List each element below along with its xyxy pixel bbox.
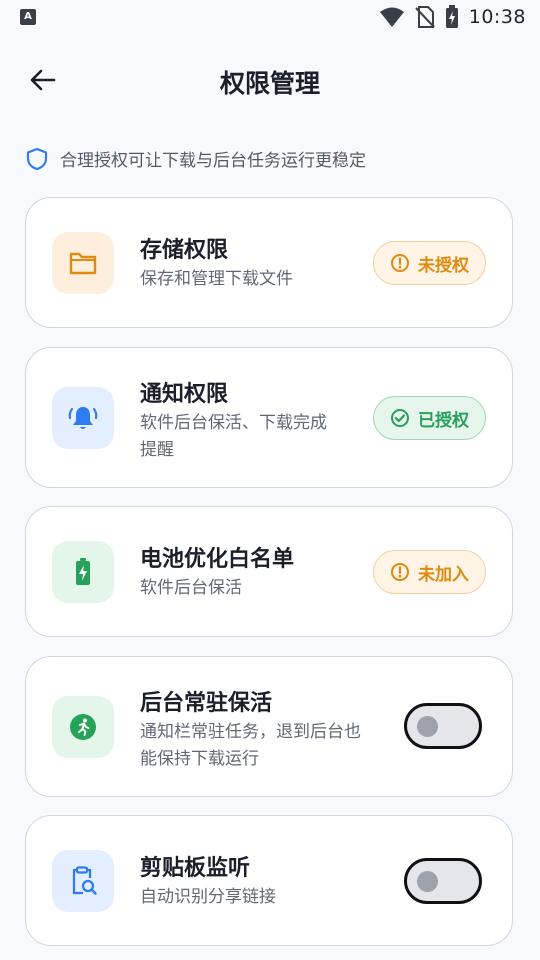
clipboard-monitor-toggle[interactable] [404,858,482,904]
permission-card-notification[interactable]: 通知权限 软件后台保活、下载完成提醒 已授权 [25,347,513,488]
app-notification-icon: A [20,9,36,25]
icon-tile [52,387,114,449]
card-description: 保存和管理下载文件 [140,269,293,289]
shield-icon [26,147,48,170]
status-badge-label: 未授权 [418,255,469,276]
status-icons: 10:38 [379,5,526,29]
card-title: 存储权限 [140,238,229,263]
bell-ringing-icon [68,407,98,429]
battery-charging-status-icon [445,5,458,28]
status-bar: A 10:38 [0,0,540,36]
status-badge-label: 未加入 [418,564,469,585]
status-badge-not-granted[interactable]: 未授权 [373,241,486,285]
card-title: 电池优化白名单 [140,547,295,572]
toggle-knob [417,871,438,892]
permission-card-battery-whitelist[interactable]: 电池优化白名单 软件后台保活 未加入 [25,506,513,637]
card-title: 剪贴板监听 [140,856,251,881]
check-circle-icon [391,409,409,427]
background-keepalive-toggle[interactable] [404,703,482,749]
clock: 10:38 [468,6,526,28]
icon-tile [52,232,114,294]
toggle-knob [417,716,438,737]
icon-tile [52,850,114,912]
folder-icon [69,252,97,275]
wifi-icon [379,7,404,27]
status-badge-label: 已授权 [418,410,469,431]
tip-banner: 合理授权可让下载与后台任务运行更稳定 [26,146,366,171]
card-title: 后台常驻保活 [140,691,273,716]
running-person-icon [70,714,96,740]
header: 权限管理 [0,50,540,110]
card-description: 通知栏常驻任务，退到后台也能保持下载运行 [140,722,361,769]
clipboard-search-icon [72,866,97,895]
alert-circle-icon [391,254,409,272]
icon-tile [52,696,114,758]
status-badge-granted[interactable]: 已授权 [373,396,486,440]
no-sim-icon [415,6,435,28]
card-description: 软件后台保活 [140,578,242,598]
permission-card-background-keepalive: 后台常驻保活 通知栏常驻任务，退到后台也能保持下载运行 [25,656,513,797]
tip-text: 合理授权可让下载与后台任务运行更稳定 [60,151,366,171]
status-badge-not-added[interactable]: 未加入 [373,550,486,594]
permission-card-clipboard: 剪贴板监听 自动识别分享链接 [25,815,513,946]
page-title: 权限管理 [219,69,320,98]
alert-circle-icon [391,563,409,581]
card-description: 软件后台保活、下载完成提醒 [140,413,327,460]
card-title: 通知权限 [140,382,229,407]
permission-card-storage[interactable]: 存储权限 保存和管理下载文件 未授权 [25,197,513,328]
card-description: 自动识别分享链接 [140,887,276,907]
icon-tile [52,541,114,603]
battery-charging-icon [76,558,90,585]
